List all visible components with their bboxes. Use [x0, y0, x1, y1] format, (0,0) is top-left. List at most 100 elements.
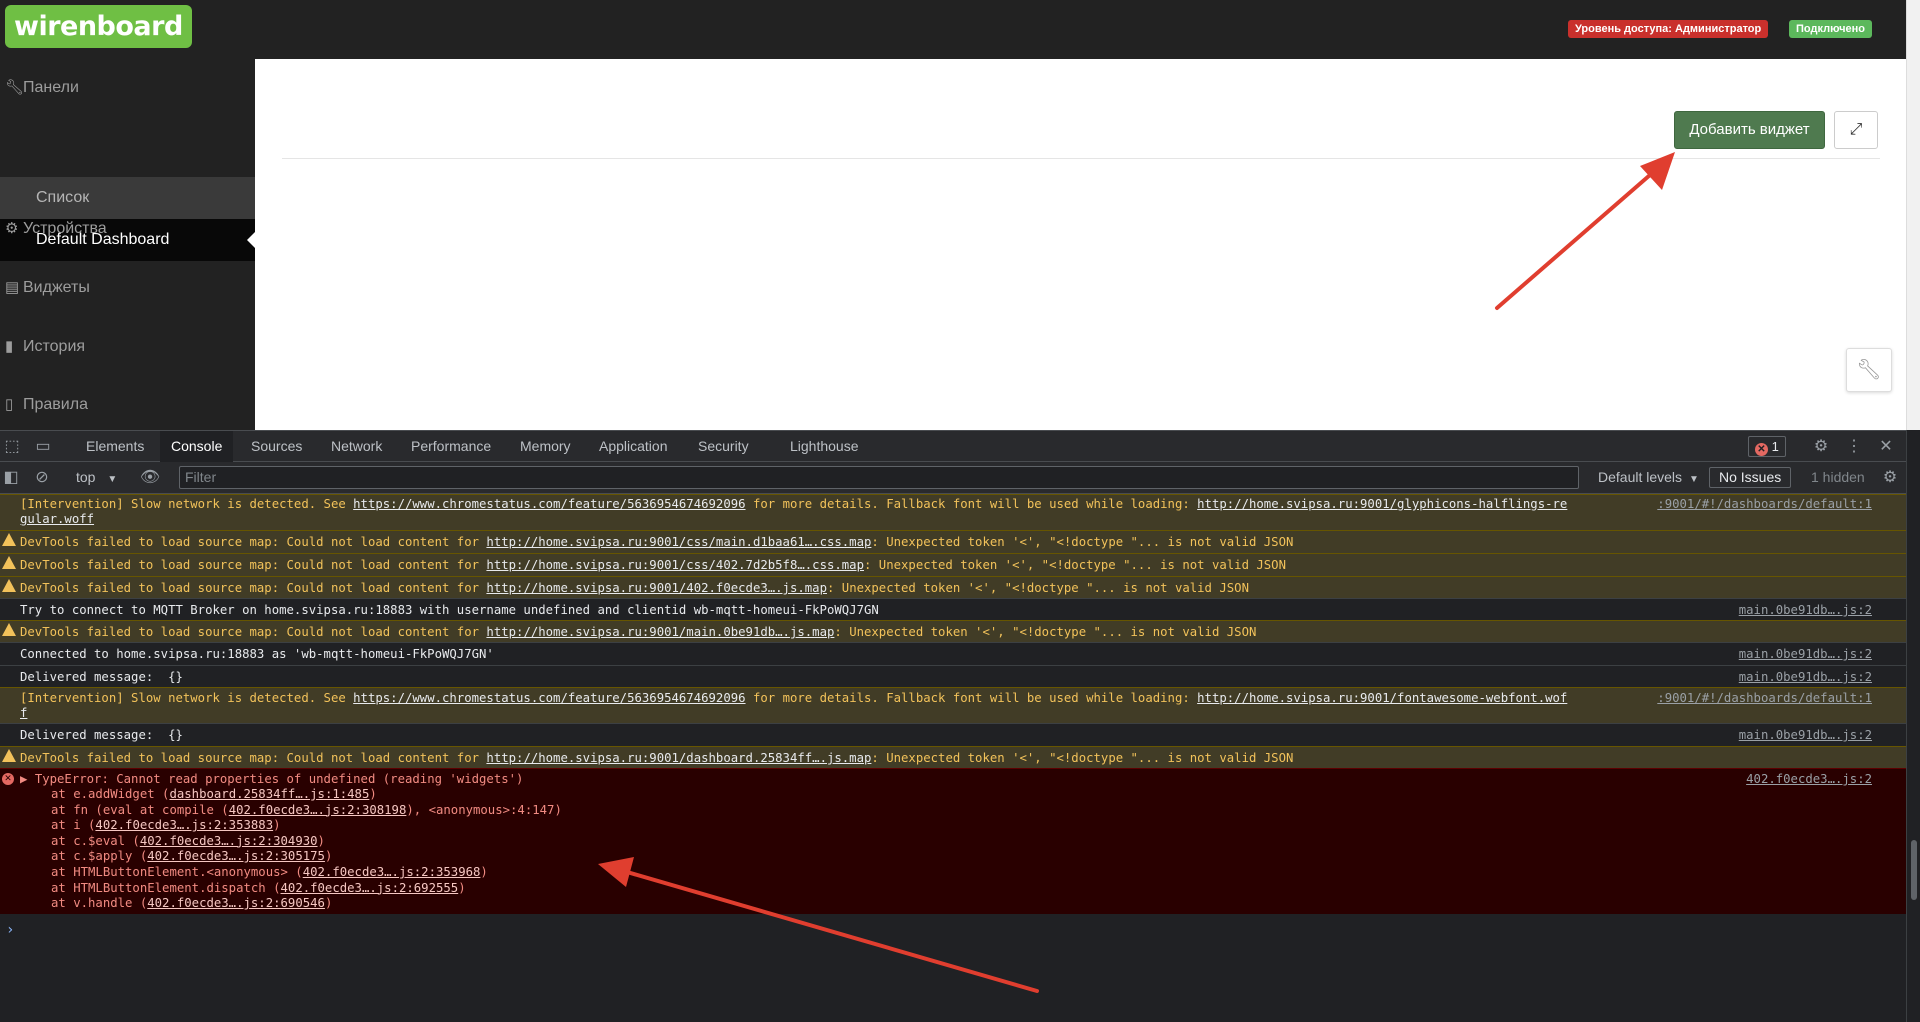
message-link[interactable]: http://home.svipsa.ru:9001/glyphicons-ha… — [1197, 497, 1567, 511]
wirenboard-logo[interactable]: wirenboard — [5, 5, 192, 48]
fullscreen-button[interactable]: ⤢ — [1834, 111, 1878, 149]
sidebar-item-label: Виджеты — [23, 279, 90, 296]
console-message-error: ✕ ▶ TypeError: Cannot read properties of… — [0, 768, 1906, 914]
source-link[interactable]: main.0be91db….js:2 — [1739, 728, 1872, 743]
message-text: [Intervention] Slow network is detected.… — [20, 691, 1568, 705]
sidebar-item-label: Правила — [23, 396, 88, 413]
tab-performance[interactable]: Performance — [411, 431, 491, 462]
console-filter-input[interactable]: Filter — [179, 466, 1579, 489]
stack-frame: at fn (eval at compile (402.f0ecde3….js:… — [51, 802, 562, 817]
sidebar: 🔧︎Панели Список Default Dashboard ⚙ Устро… — [0, 59, 255, 430]
message-link[interactable]: http://home.svipsa.ru:9001/css/402.7d2b5… — [486, 558, 864, 572]
tab-network[interactable]: Network — [331, 431, 382, 462]
more-menu-icon[interactable]: ⋮ — [1846, 431, 1862, 462]
device-toolbar-icon[interactable]: ▭ — [32, 431, 54, 462]
eye-icon[interactable]: 👁︎ — [138, 462, 162, 493]
console-message-log: Delivered message: {} main.0be91db….js:2 — [0, 665, 1906, 687]
sidebar-item-widgets[interactable]: ▤ Виджеты — [0, 268, 255, 308]
error-header[interactable]: ▶ TypeError: Cannot read properties of u… — [20, 772, 523, 787]
warning-icon — [2, 533, 16, 546]
tab-memory[interactable]: Memory — [520, 431, 571, 462]
settings-wrench-button[interactable]: 🔧︎ — [1846, 348, 1892, 392]
levels-value: Default levels — [1598, 469, 1683, 485]
close-icon[interactable]: ✕ — [1876, 431, 1896, 462]
page-scrollbar[interactable] — [1906, 0, 1920, 430]
source-link[interactable]: 402.f0ecde3….js:2 — [1746, 772, 1872, 787]
error-counter[interactable]: ✕ 1 — [1748, 436, 1786, 457]
console-message-log: Delivered message: {} main.0be91db….js:2 — [0, 723, 1906, 746]
source-link[interactable]: main.0be91db….js:2 — [1739, 603, 1872, 618]
console-prompt-icon[interactable]: › — [6, 922, 14, 938]
list-icon: ▤ — [5, 279, 20, 296]
tab-security[interactable]: Security — [698, 431, 749, 462]
stack-frame: at c.$apply (402.f0ecde3….js:2:305175) — [51, 849, 333, 864]
chevron-down-icon: ▼ — [1688, 474, 1699, 485]
message-link[interactable]: http://home.svipsa.ru:9001/main.0be91db…… — [486, 625, 834, 639]
message-text: Delivered message: {} — [20, 670, 183, 684]
console-settings-gear-icon[interactable]: ⚙ — [1880, 462, 1900, 493]
stack-link[interactable]: 402.f0ecde3….js:2:353968 — [303, 865, 481, 879]
message-text: DevTools failed to load source map: Coul… — [20, 751, 1294, 765]
stack-link[interactable]: 402.f0ecde3….js:2:305175 — [147, 849, 325, 863]
settings-gear-icon[interactable]: ⚙ — [1810, 431, 1832, 462]
message-link[interactable]: http://home.svipsa.ru:9001/402.f0ecde3….… — [486, 581, 827, 595]
app-header: wirenboard Уровень доступа: Администрато… — [0, 0, 1906, 59]
tab-sources[interactable]: Sources — [251, 431, 302, 462]
stack-frame: at e.addWidget (dashboard.25834ff….js:1:… — [51, 787, 377, 801]
message-link[interactable]: http://home.svipsa.ru:9001/dashboard.258… — [486, 751, 871, 765]
message-link[interactable]: http://home.svipsa.ru:9001/fontawesome-w… — [1197, 691, 1567, 705]
message-link[interactable]: https://www.chromestatus.com/feature/563… — [353, 691, 745, 705]
sidebar-item-history[interactable]: ▮ История — [0, 327, 255, 367]
message-link[interactable]: http://home.svipsa.ru:9001/css/main.d1ba… — [486, 535, 871, 549]
sidebar-item-rules[interactable]: ▯ Правила — [0, 385, 255, 425]
sidebar-item-devices[interactable]: ⚙ Устройства — [0, 209, 255, 249]
bar-chart-icon: ▮ — [5, 338, 14, 355]
console-message-warning: [Intervention] Slow network is detected.… — [0, 494, 1906, 530]
message-text: DevTools failed to load source map: Coul… — [20, 581, 1249, 595]
sidebar-item-panels[interactable]: 🔧︎Панели — [0, 68, 255, 108]
inspect-element-icon[interactable]: ⬚ — [2, 431, 22, 462]
stack-frame: at c.$eval (402.f0ecde3….js:2:304930) — [51, 833, 325, 848]
add-widget-button[interactable]: Добавить виджет — [1674, 111, 1825, 149]
message-text: DevTools failed to load source map: Coul… — [20, 625, 1257, 639]
message-link[interactable]: https://www.chromestatus.com/feature/563… — [353, 497, 745, 511]
stack-frame: at v.handle (402.f0ecde3….js:2:690546) — [51, 896, 333, 911]
clear-console-icon[interactable]: ⊘ — [32, 462, 52, 493]
tab-application[interactable]: Application — [599, 431, 668, 462]
stack-frame: at i (402.f0ecde3….js:2:353883) — [51, 818, 281, 833]
context-selector[interactable]: top ▼ — [76, 462, 117, 493]
source-link[interactable]: main.0be91db….js:2 — [1739, 670, 1872, 685]
sidebar-item-label: Устройства — [23, 220, 107, 237]
stack-link[interactable]: 402.f0ecde3….js:2:308198 — [229, 803, 407, 817]
message-text-continued: f — [20, 706, 28, 720]
source-link[interactable]: main.0be91db….js:2 — [1739, 647, 1872, 662]
sidebar-item-label: Панели — [23, 79, 79, 96]
stack-link[interactable]: dashboard.25834ff….js:1:485 — [169, 787, 369, 801]
message-text: DevTools failed to load source map: Coul… — [20, 558, 1286, 572]
message-text: DevTools failed to load source map: Coul… — [20, 535, 1294, 549]
dashboard-content — [255, 59, 1906, 430]
access-level-badge: Уровень доступа: Администратор — [1568, 20, 1769, 38]
stack-link[interactable]: 402.f0ecde3….js:2:690546 — [147, 896, 325, 910]
screen: wirenboard Уровень доступа: Администрато… — [0, 0, 1920, 1022]
console-message-warning: DevTools failed to load source map: Coul… — [0, 620, 1906, 642]
issues-button[interactable]: No Issues — [1709, 467, 1792, 488]
stack-link[interactable]: 402.f0ecde3….js:2:304930 — [140, 834, 318, 848]
expand-icon: ⤢ — [1849, 121, 1863, 138]
tab-elements[interactable]: Elements — [86, 431, 144, 462]
tab-lighthouse[interactable]: Lighthouse — [790, 431, 859, 462]
scrollbar-thumb[interactable] — [1911, 840, 1917, 900]
console-scrollbar[interactable] — [1906, 430, 1920, 1022]
source-link[interactable]: :9001/#!/dashboards/default:1 — [1657, 497, 1872, 512]
expand-triangle-icon: ▶ — [20, 772, 35, 786]
error-count-value: 1 — [1771, 439, 1779, 454]
message-text: Try to connect to MQTT Broker on home.sv… — [20, 603, 879, 617]
console-message-warning: DevTools failed to load source map: Coul… — [0, 746, 1906, 768]
sidebar-toggle-icon[interactable]: ◧ — [2, 462, 20, 493]
log-levels-dropdown[interactable]: Default levels ▼ — [1598, 462, 1699, 493]
tab-console[interactable]: Console — [160, 431, 234, 462]
source-link[interactable]: :9001/#!/dashboards/default:1 — [1657, 691, 1872, 706]
message-text: Delivered message: {} — [20, 728, 183, 742]
stack-link[interactable]: 402.f0ecde3….js:2:353883 — [95, 818, 273, 832]
stack-link[interactable]: 402.f0ecde3….js:2:692555 — [281, 881, 459, 895]
